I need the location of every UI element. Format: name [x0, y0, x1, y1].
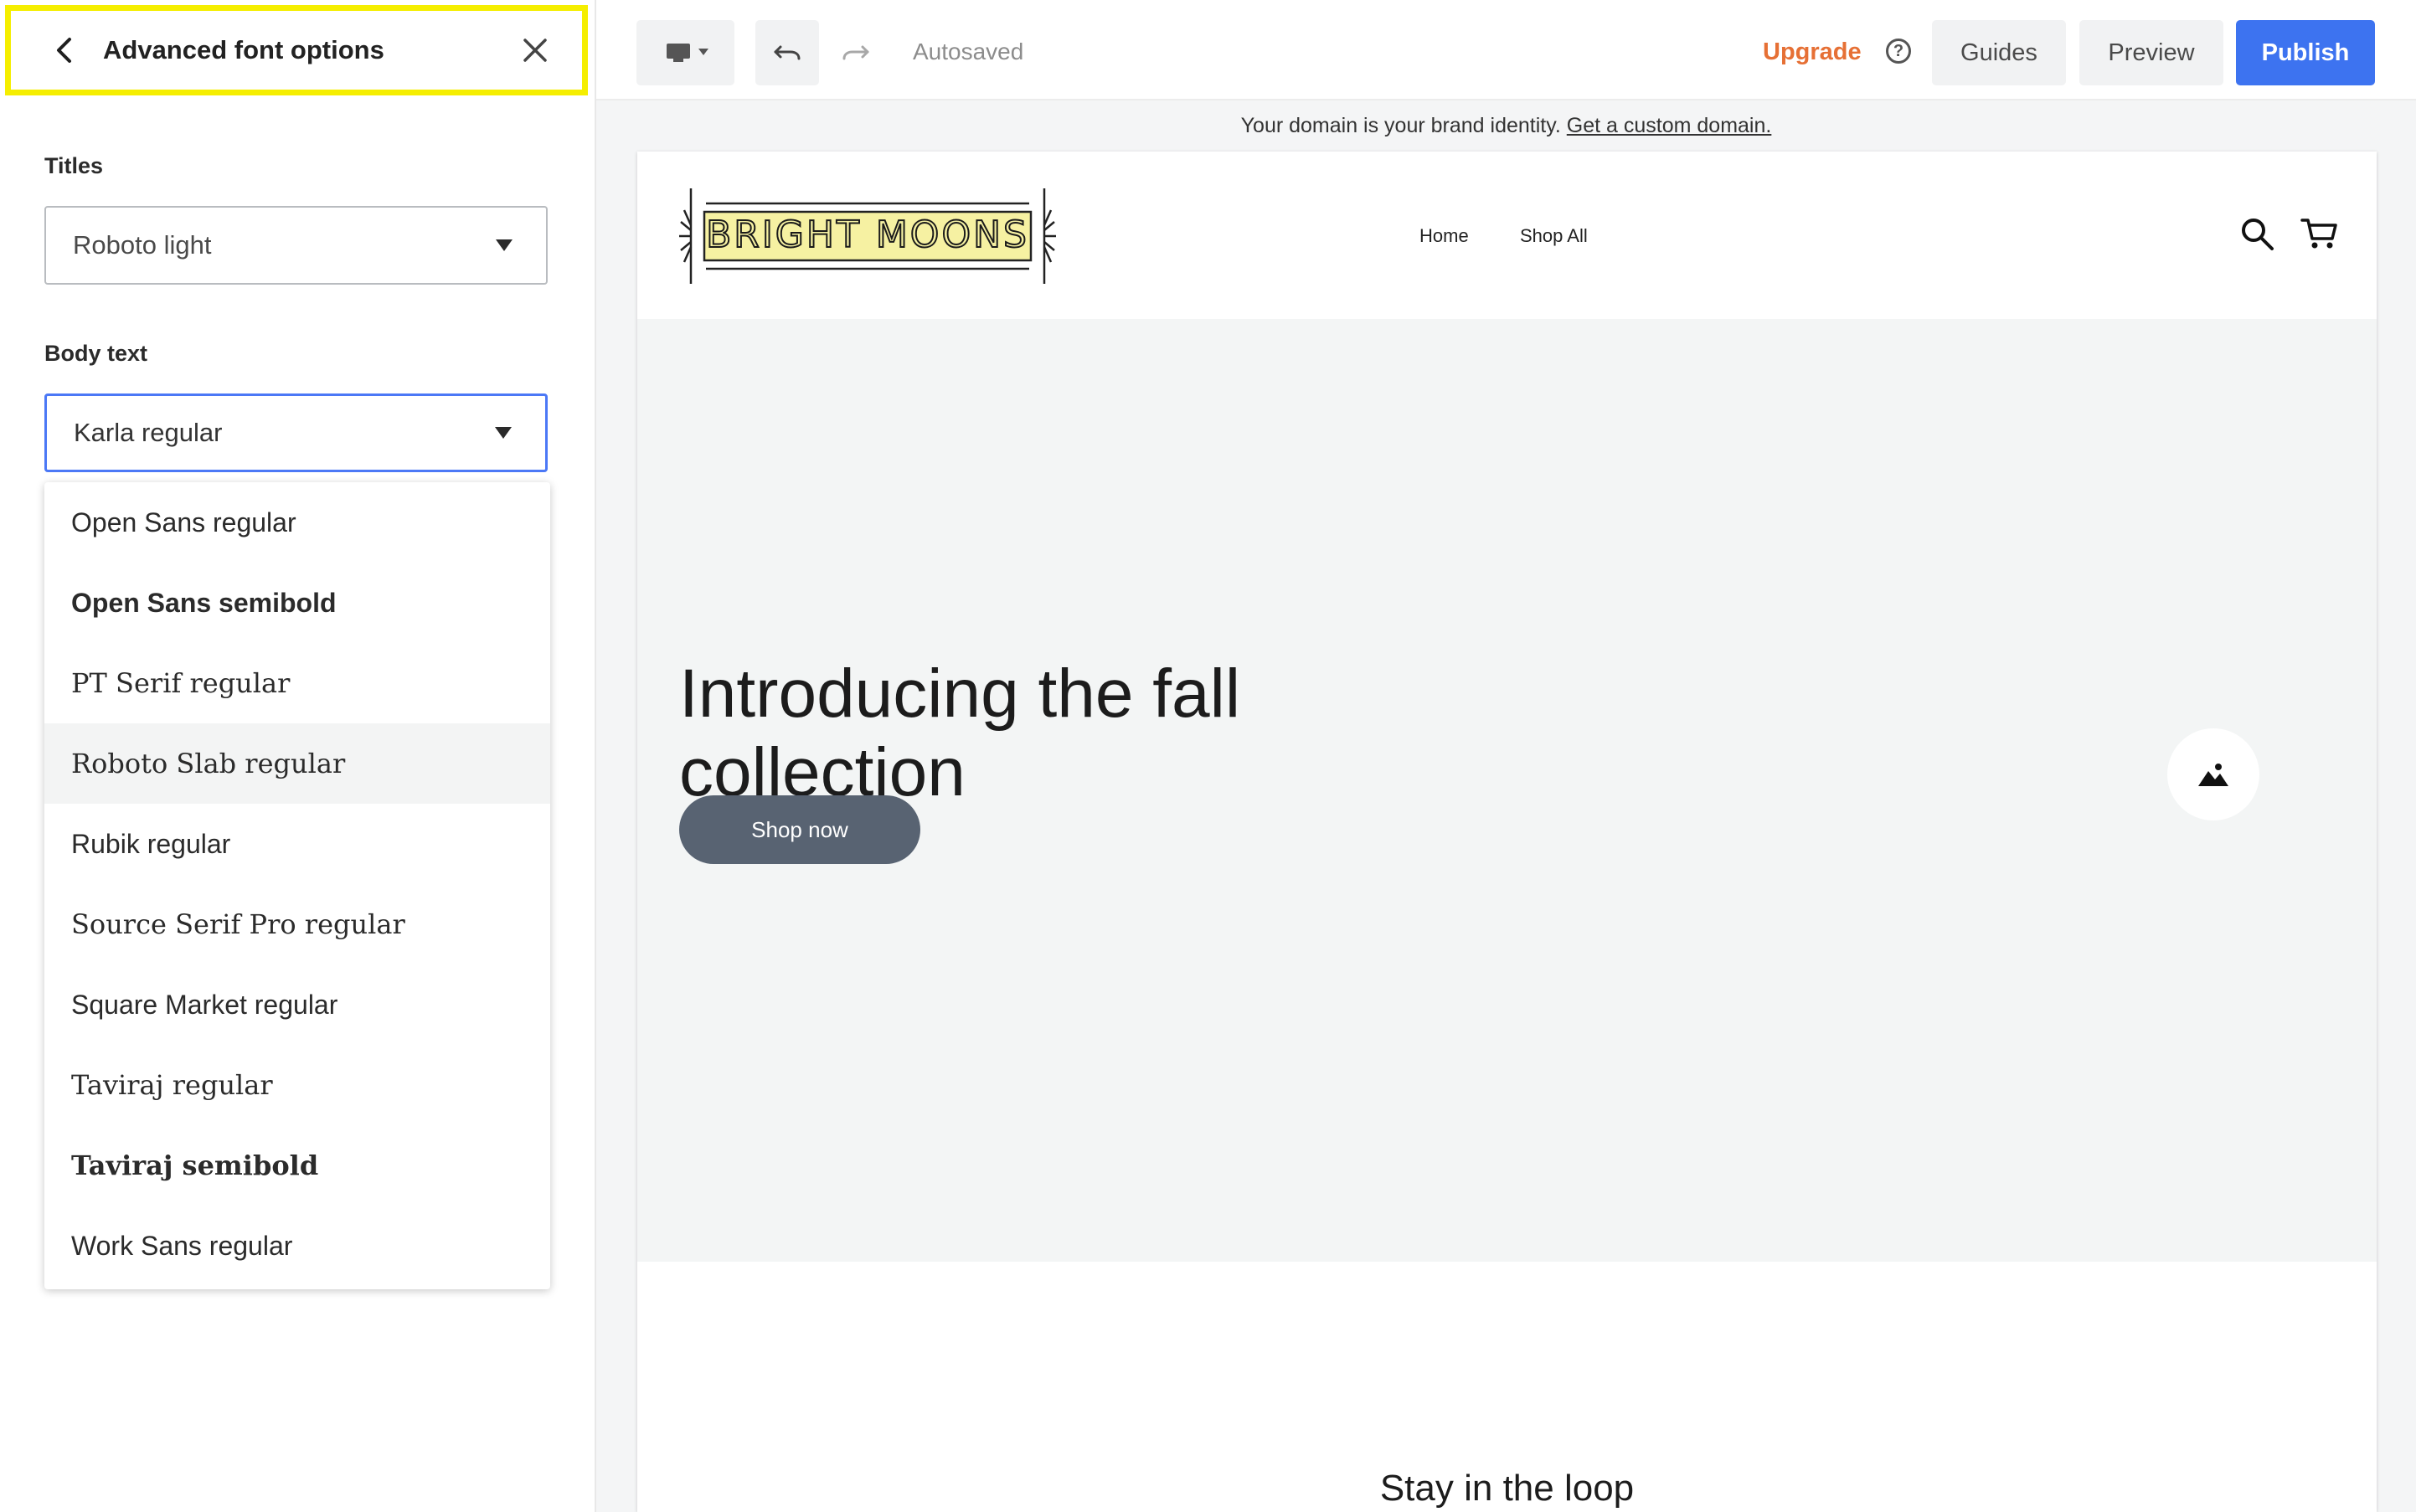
panel-header: Advanced font options [5, 5, 588, 95]
font-option[interactable]: Taviraj regular [44, 1045, 550, 1125]
font-option[interactable]: Square Market regular [44, 964, 550, 1045]
upgrade-link[interactable]: Upgrade [1763, 39, 1862, 66]
font-option[interactable]: PT Serif regular [44, 643, 550, 723]
titles-font-value: Roboto light [73, 230, 212, 260]
panel-title: Advanced font options [103, 35, 384, 64]
font-option[interactable]: Open Sans regular [44, 482, 550, 563]
domain-notice-text: Your domain is your brand identity. [1240, 114, 1561, 137]
domain-notice: Your domain is your brand identity. Get … [596, 102, 2416, 149]
caret-down-icon [495, 427, 512, 439]
font-option[interactable]: Open Sans semibold [44, 563, 550, 643]
nav-shop-all-link[interactable]: Shop All [1520, 225, 1588, 247]
body-font-select[interactable]: Karla regular [44, 393, 548, 472]
hero-section[interactable]: Introducing the fall collection Shop now [637, 319, 2377, 1262]
shop-now-button[interactable]: Shop now [679, 795, 920, 864]
titles-label: Titles [44, 153, 104, 178]
font-option[interactable]: Rubik regular [44, 804, 550, 884]
site-preview: BRIGHT MOONS Home Shop All Introducing t… [637, 152, 2377, 1512]
logo-text: BRIGHT MOONS [706, 213, 1029, 256]
guides-button[interactable]: Guides [1932, 20, 2066, 85]
body-font-value: Karla regular [74, 418, 223, 447]
hero-title: Introducing the fall collection [679, 656, 1241, 810]
body-text-label: Body text [44, 341, 148, 366]
undo-button[interactable] [755, 20, 819, 85]
cart-icon[interactable] [2300, 215, 2339, 252]
custom-domain-link[interactable]: Get a custom domain. [1567, 114, 1772, 137]
undo-icon [774, 45, 801, 60]
change-image-button[interactable] [2167, 728, 2259, 820]
device-selector-button[interactable] [636, 20, 734, 85]
publish-button[interactable]: Publish [2236, 20, 2375, 85]
search-icon[interactable] [2238, 215, 2275, 252]
font-dropdown-list: Open Sans regular Open Sans semibold PT … [44, 482, 550, 1289]
redo-icon [842, 45, 869, 60]
titles-font-select[interactable]: Roboto light [44, 206, 548, 285]
nav-home-link[interactable]: Home [1419, 225, 1469, 247]
font-option[interactable]: Work Sans regular [44, 1206, 550, 1286]
help-icon[interactable]: ? [1886, 39, 1911, 64]
image-icon [2198, 764, 2228, 786]
caret-down-icon [496, 239, 513, 251]
font-options-panel: Advanced font options Titles Roboto ligh… [0, 0, 596, 1512]
desktop-icon [666, 44, 708, 62]
editor-toolbar: Autosaved Upgrade ? Guides Preview Publi… [596, 0, 2416, 100]
font-option[interactable]: Taviraj semibold [44, 1125, 550, 1206]
font-option-hovered[interactable]: Roboto Slab regular [44, 723, 550, 804]
brand-logo[interactable]: BRIGHT MOONS [679, 185, 1056, 287]
preview-button[interactable]: Preview [2079, 20, 2223, 85]
redo-button[interactable] [824, 20, 888, 85]
back-icon[interactable] [41, 27, 88, 74]
site-header: BRIGHT MOONS Home Shop All [637, 152, 2377, 319]
newsletter-title: Stay in the loop [1379, 1468, 1635, 1509]
font-option[interactable]: Source Serif Pro regular [44, 884, 550, 964]
autosave-status: Autosaved [913, 39, 1024, 64]
close-icon[interactable] [512, 27, 559, 74]
